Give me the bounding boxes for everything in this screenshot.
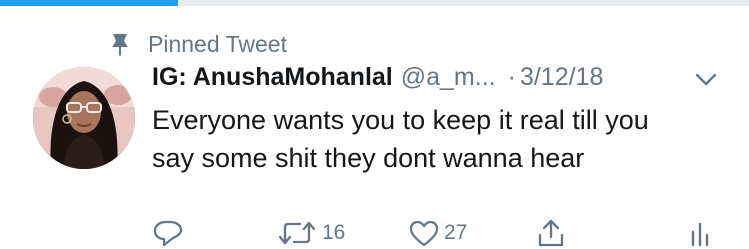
pin-icon xyxy=(112,34,128,56)
pinned-tweet-label: Pinned Tweet xyxy=(148,30,287,57)
tweet-text-line: say some shit they dont wanna hear xyxy=(152,143,585,173)
analytics-icon xyxy=(691,222,709,247)
tweet-text-line: Everyone wants you to keep it real till … xyxy=(152,105,649,135)
chevron-down-icon xyxy=(695,73,717,86)
like-count: 27 xyxy=(444,221,468,244)
reply-icon xyxy=(153,220,183,247)
tweet-actions: 16 27 xyxy=(152,218,722,248)
retweet-count: 16 xyxy=(322,221,346,244)
pinned-tweet-row: Pinned Tweet xyxy=(110,30,287,58)
share-button[interactable] xyxy=(536,218,566,248)
avatar-image xyxy=(33,67,135,169)
tweet-text: Everyone wants you to keep it real till … xyxy=(152,101,732,177)
avatar[interactable] xyxy=(33,67,135,169)
like-button[interactable]: 27 xyxy=(408,218,467,248)
heart-icon xyxy=(409,220,439,247)
share-icon xyxy=(538,219,564,247)
tweet-header: IG: AnushaMohanlal @a_m... · 3/12/18 xyxy=(152,63,722,99)
display-name[interactable]: IG: AnushaMohanlal xyxy=(152,63,393,92)
retweet-button[interactable]: 16 xyxy=(276,218,345,248)
tweet-options-button[interactable] xyxy=(693,70,719,90)
reply-button[interactable] xyxy=(152,218,184,248)
active-tab-indicator xyxy=(0,0,178,6)
tweet-card[interactable]: Pinned Tweet IG: AnushaMohanlal @a_m... … xyxy=(0,0,749,249)
analytics-button[interactable] xyxy=(689,218,711,248)
tweet-timestamp[interactable]: 3/12/18 xyxy=(520,63,603,92)
user-handle[interactable]: @a_m... xyxy=(401,63,496,92)
retweet-icon xyxy=(278,221,316,245)
separator-dot: · xyxy=(507,63,516,91)
